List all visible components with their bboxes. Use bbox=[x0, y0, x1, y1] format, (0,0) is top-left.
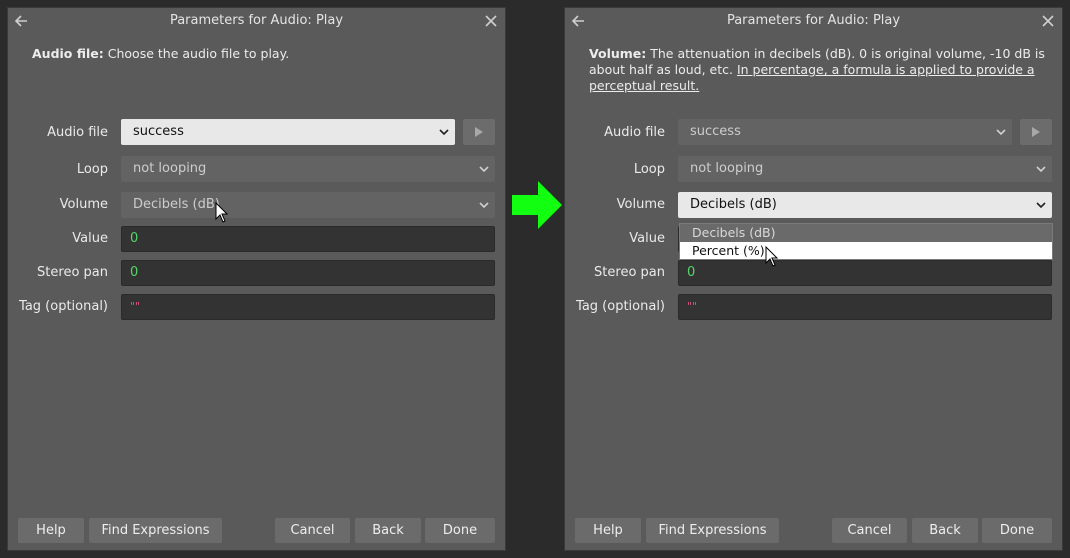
volume-label: Volume bbox=[59, 197, 108, 212]
volume-value: Decibels (dB) bbox=[133, 197, 220, 212]
stereo-pan-input[interactable]: 0 bbox=[678, 260, 1052, 286]
loop-label: Loop bbox=[76, 162, 108, 177]
volume-value: Decibels (dB) bbox=[690, 197, 777, 212]
volume-select[interactable]: Decibels (dB) bbox=[678, 192, 1052, 218]
loop-label: Loop bbox=[633, 162, 665, 177]
stereo-pan-label: Stereo pan bbox=[594, 265, 665, 280]
tag-label: Tag (optional) bbox=[576, 299, 665, 314]
chevron-down-icon bbox=[479, 202, 489, 209]
option-percent[interactable]: Percent (%) bbox=[680, 242, 1052, 260]
audio-file-value: success bbox=[133, 124, 184, 139]
description-heading: Audio file: bbox=[32, 46, 104, 61]
play-icon bbox=[475, 127, 483, 137]
find-expressions-button[interactable]: Find Expressions bbox=[89, 518, 222, 543]
dialog-title: Parameters for Audio: Play bbox=[169, 13, 344, 28]
chevron-down-icon bbox=[1036, 166, 1046, 173]
description-text: Choose the audio file to play. bbox=[103, 46, 290, 61]
cancel-button[interactable]: Cancel bbox=[275, 518, 350, 543]
audio-file-value: success bbox=[690, 124, 741, 139]
option-decibels[interactable]: Decibels (dB) bbox=[680, 224, 1052, 242]
chevron-down-icon bbox=[479, 166, 489, 173]
done-button[interactable]: Done bbox=[425, 518, 495, 543]
find-expressions-button[interactable]: Find Expressions bbox=[646, 518, 779, 543]
chevron-down-icon bbox=[439, 129, 449, 136]
help-button[interactable]: Help bbox=[18, 518, 84, 543]
dialog-title: Parameters for Audio: Play bbox=[726, 13, 901, 28]
audio-file-label: Audio file bbox=[604, 125, 665, 140]
audio-file-label: Audio file bbox=[47, 125, 108, 140]
back-button[interactable]: Back bbox=[912, 518, 978, 543]
done-button[interactable]: Done bbox=[982, 518, 1052, 543]
parameter-description: Audio file: Choose the audio file to pla… bbox=[32, 46, 488, 62]
parameter-description: Volume: The attenuation in decibels (dB)… bbox=[589, 46, 1045, 94]
loop-select[interactable]: not looping bbox=[121, 156, 495, 182]
help-button[interactable]: Help bbox=[575, 518, 641, 543]
cancel-button[interactable]: Cancel bbox=[832, 518, 907, 543]
tag-input[interactable]: "" bbox=[678, 294, 1052, 320]
close-icon[interactable] bbox=[481, 11, 501, 31]
chevron-down-icon bbox=[1036, 202, 1046, 209]
audio-play-dialog-after: Parameters for Audio: Play Volume: The a… bbox=[564, 7, 1063, 551]
loop-value: not looping bbox=[690, 161, 764, 176]
close-icon[interactable] bbox=[1038, 11, 1058, 31]
back-button[interactable]: Back bbox=[355, 518, 421, 543]
play-icon bbox=[1032, 127, 1040, 137]
loop-value: not looping bbox=[133, 161, 207, 176]
value-label: Value bbox=[72, 231, 108, 246]
volume-select[interactable]: Decibels (dB) bbox=[121, 192, 495, 218]
volume-label: Volume bbox=[616, 197, 665, 212]
value-label: Value bbox=[629, 231, 665, 246]
tag-input[interactable]: "" bbox=[121, 294, 495, 320]
loop-select[interactable]: not looping bbox=[678, 156, 1052, 182]
tag-label: Tag (optional) bbox=[19, 299, 108, 314]
chevron-down-icon bbox=[996, 129, 1006, 136]
audio-play-dialog-before: Parameters for Audio: Play Audio file: C… bbox=[7, 7, 506, 551]
title-bar: Parameters for Audio: Play bbox=[8, 8, 505, 34]
stereo-pan-input[interactable]: 0 bbox=[121, 260, 495, 286]
audio-file-select[interactable]: success bbox=[678, 119, 1012, 145]
back-arrow-icon[interactable] bbox=[12, 11, 32, 31]
description-heading: Volume: bbox=[589, 46, 647, 61]
play-preview-button[interactable] bbox=[463, 119, 495, 145]
title-bar: Parameters for Audio: Play bbox=[565, 8, 1062, 34]
play-preview-button[interactable] bbox=[1020, 119, 1052, 145]
audio-file-select[interactable]: success bbox=[121, 119, 455, 145]
value-input[interactable]: 0 bbox=[121, 226, 495, 252]
stereo-pan-label: Stereo pan bbox=[37, 265, 108, 280]
back-arrow-icon[interactable] bbox=[569, 11, 589, 31]
volume-dropdown-list: Decibels (dB) Percent (%) bbox=[679, 223, 1053, 260]
